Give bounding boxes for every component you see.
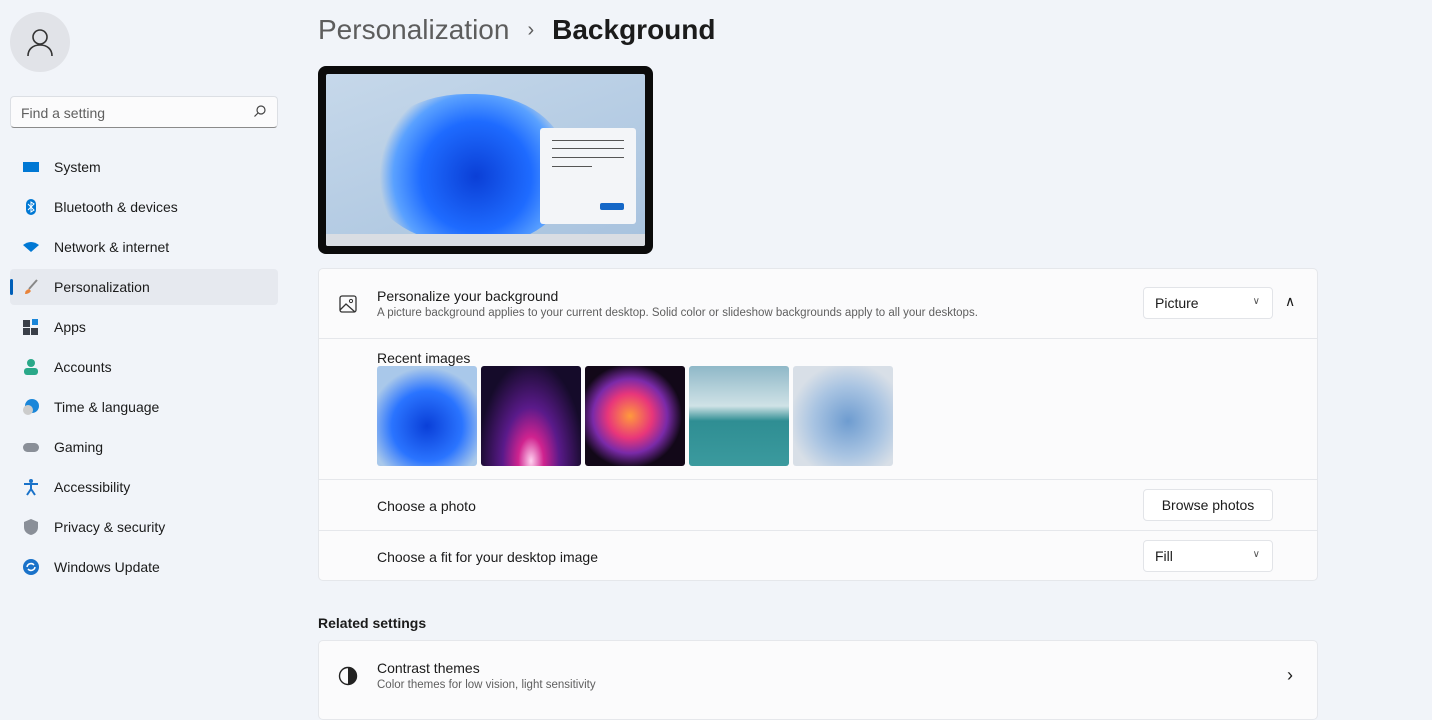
fit-value: Fill (1155, 548, 1173, 564)
recent-image-1[interactable] (377, 366, 477, 466)
background-card: Personalize your background A picture ba… (318, 268, 1318, 581)
recent-image-5[interactable] (793, 366, 893, 466)
sidebar-item-label: Apps (54, 319, 86, 335)
sidebar-item-gaming[interactable]: Gaming (10, 429, 278, 465)
fit-label: Choose a fit for your desktop image (377, 549, 599, 565)
sidebar-item-label: Bluetooth & devices (54, 199, 178, 215)
background-title: Personalize your background (377, 288, 559, 304)
breadcrumb: Personalization › Background (318, 14, 715, 46)
sidebar-item-label: Time & language (54, 399, 160, 415)
wifi-icon (22, 238, 40, 256)
contrast-themes-description: Color themes for low vision, light sensi… (377, 679, 596, 691)
sidebar-item-label: Accessibility (54, 479, 131, 495)
sidebar-item-label: Gaming (54, 439, 104, 455)
sidebar-item-bluetooth-devices[interactable]: Bluetooth & devices (10, 189, 278, 225)
sidebar-item-label: Network & internet (54, 239, 170, 255)
recent-image-3[interactable] (585, 366, 685, 466)
preview-window (540, 128, 636, 224)
chevron-up-icon[interactable]: ∧ (1285, 293, 1295, 310)
breadcrumb-personalization[interactable]: Personalization (318, 14, 509, 46)
recent-image-2[interactable] (481, 366, 581, 466)
background-description: A picture background applies to your cur… (377, 307, 978, 319)
sidebar-item-label: Privacy & security (54, 519, 166, 535)
chevron-down-icon: ∨ (1252, 296, 1260, 307)
sidebar-item-accounts[interactable]: Accounts (10, 349, 278, 385)
desktop-preview (318, 66, 653, 254)
sidebar-item-label: System (54, 159, 101, 175)
sidebar-item-network-internet[interactable]: Network & internet (10, 229, 278, 265)
sidebar: Find a setting System Bluetooth & devices… (0, 0, 290, 706)
personalize-background-row[interactable]: Personalize your background A picture ba… (319, 269, 1317, 338)
sidebar-item-accessibility[interactable]: Accessibility (10, 469, 278, 505)
choose-photo-label: Choose a photo (377, 498, 476, 514)
contrast-icon (338, 666, 358, 686)
chevron-right-icon: › (1287, 665, 1293, 685)
search-placeholder: Find a setting (21, 105, 106, 121)
person-icon (22, 358, 40, 376)
monitor-icon (22, 158, 40, 176)
sidebar-item-label: Windows Update (54, 559, 160, 575)
chevron-down-icon: ∨ (1252, 549, 1260, 560)
recent-image-4[interactable] (689, 366, 789, 466)
update-icon (22, 558, 40, 576)
fit-row: Choose a fit for your desktop image Fill… (319, 530, 1317, 580)
sidebar-item-system[interactable]: System (10, 149, 278, 185)
user-icon (27, 29, 53, 57)
globe-clock-icon (22, 398, 40, 416)
recent-images-label: Recent images (377, 350, 471, 366)
search-input[interactable]: Find a setting (10, 96, 278, 128)
sidebar-item-apps[interactable]: Apps (10, 309, 278, 345)
choose-photo-row: Choose a photo Browse photos (319, 479, 1317, 530)
sidebar-item-time-language[interactable]: Time & language (10, 389, 278, 425)
search-icon[interactable] (253, 104, 267, 118)
fit-dropdown[interactable]: Fill ∨ (1143, 540, 1273, 572)
brush-icon (22, 278, 40, 296)
contrast-themes-title: Contrast themes (377, 660, 480, 676)
preview-taskbar (326, 234, 645, 246)
related-settings-heading: Related settings (318, 615, 427, 631)
shield-icon (22, 518, 40, 536)
browse-photos-button[interactable]: Browse photos (1143, 489, 1273, 521)
wallpaper-bloom (366, 94, 566, 244)
sidebar-nav: System Bluetooth & devices Network & inter… (10, 149, 278, 589)
accessibility-icon (22, 478, 40, 496)
sidebar-item-windows-update[interactable]: Windows Update (10, 549, 278, 585)
background-type-dropdown[interactable]: Picture ∨ (1143, 287, 1273, 319)
gamepad-icon (22, 438, 40, 456)
bluetooth-icon (22, 198, 40, 216)
recent-images-row: Recent images (319, 338, 1317, 479)
page-title: Background (552, 14, 716, 45)
background-type-value: Picture (1155, 295, 1199, 311)
apps-icon (22, 318, 40, 336)
sidebar-item-personalization[interactable]: Personalization (10, 269, 278, 305)
breadcrumb-separator: › (527, 18, 535, 41)
sidebar-item-label: Personalization (54, 279, 150, 295)
image-icon (339, 295, 357, 313)
avatar[interactable] (10, 12, 70, 72)
contrast-themes-card[interactable]: Contrast themes Color themes for low vis… (318, 640, 1318, 720)
sidebar-item-label: Accounts (54, 359, 112, 375)
sidebar-item-privacy-security[interactable]: Privacy & security (10, 509, 278, 545)
